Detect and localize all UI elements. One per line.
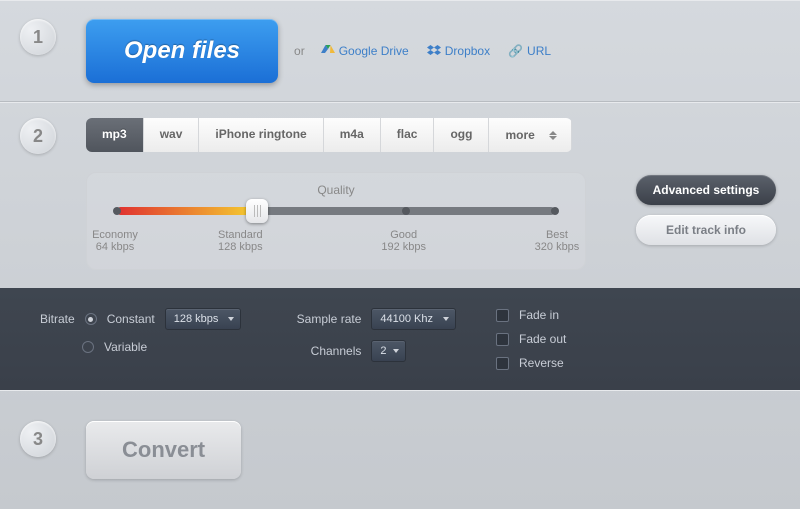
dropbox-icon [427,45,441,57]
channels-label: Channels [281,344,361,358]
advanced-panel: Bitrate Constant 128 kbps Variable Sampl… [0,288,800,390]
reverse-label: Reverse [519,356,564,370]
google-drive-link[interactable]: Google Drive [321,44,409,58]
checkbox-reverse[interactable] [496,357,509,370]
quality-name-1: Standard [218,229,263,241]
tab-more[interactable]: more [489,118,571,152]
variable-label: Variable [104,340,147,354]
convert-button[interactable]: Convert [86,421,241,479]
sample-rate-select[interactable]: 44100 Khz [371,308,456,330]
google-drive-label: Google Drive [339,44,409,58]
tab-flac[interactable]: flac [381,118,435,152]
checkbox-fade-in[interactable] [496,309,509,322]
quality-name-0: Economy [92,229,138,241]
advanced-settings-button[interactable]: Advanced settings [636,175,776,205]
quality-title: Quality [115,183,557,197]
quality-name-2: Good [390,229,417,241]
chevron-updown-icon [549,127,561,143]
slider-stop-best [551,207,559,215]
step-number-2: 2 [20,118,56,154]
radio-variable[interactable] [82,341,94,353]
fade-out-label: Fade out [519,332,566,346]
tab-m4a[interactable]: m4a [324,118,381,152]
side-buttons: Advanced settings Edit track info [636,175,776,245]
step-3-section: 3 Convert [0,390,800,509]
quality-rate-2: 192 kbps [381,241,426,253]
quality-rate-0: 64 kbps [96,241,135,253]
format-tabs: mp3 wav iPhone ringtone m4a flac ogg mor… [86,118,572,152]
tab-wav[interactable]: wav [144,118,200,152]
bitrate-label: Bitrate [40,312,75,326]
or-text: or [294,44,305,58]
fade-in-label: Fade in [519,308,559,322]
cloud-links: Google Drive Dropbox 🔗 URL [321,44,551,58]
radio-constant[interactable] [85,313,97,325]
quality-slider[interactable] [117,207,555,215]
link-icon: 🔗 [508,44,523,58]
dropbox-label: Dropbox [445,44,490,58]
step-1-section: 1 Open files or Google Drive Dropbox 🔗 U… [0,0,800,102]
tab-more-label: more [505,128,534,142]
slider-stop-good [402,207,410,215]
quality-panel: Quality Economy64 kbps Standard128 kbps … [86,172,586,270]
step-number-1: 1 [20,19,56,55]
url-label: URL [527,44,551,58]
tab-ogg[interactable]: ogg [434,118,489,152]
tab-mp3[interactable]: mp3 [86,118,144,152]
slider-thumb[interactable] [246,199,268,223]
tab-iphone-ringtone[interactable]: iPhone ringtone [199,118,323,152]
checkbox-fade-out[interactable] [496,333,509,346]
quality-rate-3: 320 kbps [535,241,580,253]
slider-fill [117,207,257,215]
edit-track-info-button[interactable]: Edit track info [636,215,776,245]
quality-rate-1: 128 kbps [218,241,263,253]
slider-stop-economy [113,207,121,215]
step-2-section: 2 mp3 wav iPhone ringtone m4a flac ogg m… [0,102,800,390]
quality-name-3: Best [546,229,568,241]
bitrate-select[interactable]: 128 kbps [165,308,242,330]
sample-rate-label: Sample rate [281,312,361,326]
dropbox-link[interactable]: Dropbox [427,44,490,58]
constant-label: Constant [107,312,155,326]
url-link[interactable]: 🔗 URL [508,44,551,58]
channels-select[interactable]: 2 [371,340,405,362]
slider-labels: Economy64 kbps Standard128 kbps Good192 … [115,229,557,253]
step-number-3: 3 [20,421,56,457]
google-drive-icon [321,45,335,57]
open-files-button[interactable]: Open files [86,19,278,83]
